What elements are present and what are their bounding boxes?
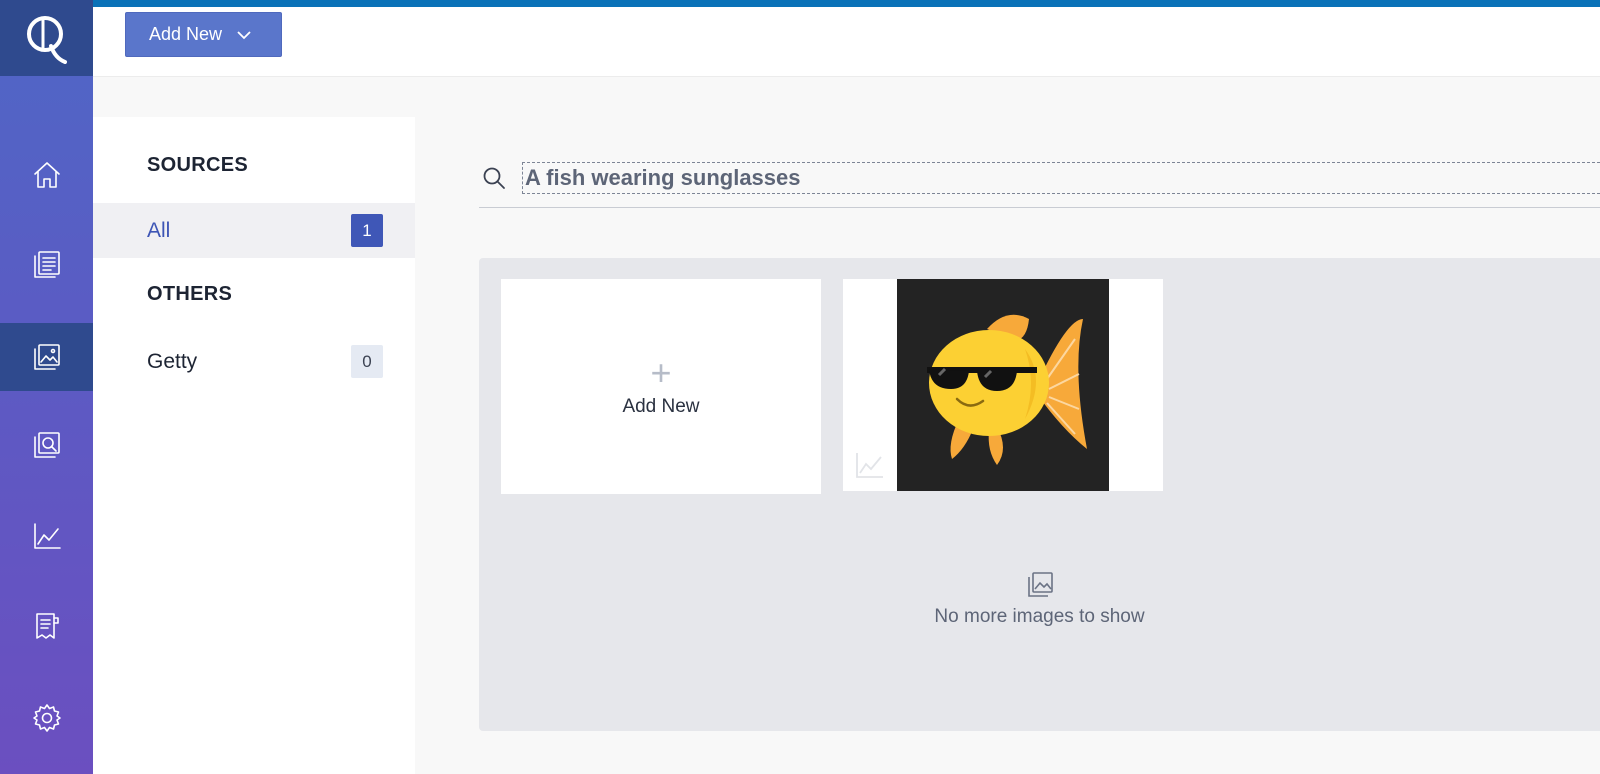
source-item-getty[interactable]: Getty 0 bbox=[93, 334, 415, 389]
top-accent-bar bbox=[0, 0, 1600, 7]
stories-icon bbox=[33, 251, 60, 278]
plus-icon: + bbox=[650, 351, 672, 393]
image-gallery-icon bbox=[33, 344, 60, 370]
empty-state-message: No more images to show bbox=[934, 606, 1145, 627]
add-new-button-label: Add New bbox=[149, 24, 223, 44]
search-input[interactable] bbox=[522, 162, 1600, 194]
nav-media[interactable] bbox=[0, 323, 93, 391]
source-count-badge: 1 bbox=[351, 214, 383, 247]
image-search-icon bbox=[33, 432, 60, 458]
nav-stories[interactable] bbox=[0, 230, 93, 298]
sources-panel: SOURCES All 1 OTHERS Getty 0 bbox=[93, 117, 415, 774]
top-header: Add New bbox=[93, 7, 1600, 77]
nav-media-review[interactable] bbox=[0, 411, 93, 479]
others-heading: OTHERS bbox=[147, 283, 233, 305]
gear-icon bbox=[32, 704, 61, 732]
chart-icon bbox=[855, 451, 885, 479]
add-new-tile-label: Add New bbox=[622, 395, 700, 417]
source-label-all: All bbox=[147, 218, 171, 242]
app-logo[interactable] bbox=[0, 0, 93, 76]
nav-home[interactable] bbox=[0, 141, 93, 209]
home-icon bbox=[33, 162, 60, 188]
nav-settings[interactable] bbox=[0, 684, 93, 752]
add-new-image-tile[interactable]: + Add New bbox=[501, 279, 821, 494]
sources-heading: SOURCES bbox=[147, 154, 249, 176]
nav-analytics[interactable] bbox=[0, 502, 93, 570]
logo-icon bbox=[26, 16, 67, 64]
empty-state: No more images to show bbox=[479, 570, 1600, 628]
search-icon bbox=[481, 165, 507, 191]
fish-illustration bbox=[927, 314, 1087, 465]
nav-reports[interactable] bbox=[0, 592, 93, 660]
search-underline bbox=[479, 207, 1600, 208]
image-gallery: + Add New No more images to show bbox=[479, 258, 1600, 731]
source-count-badge: 0 bbox=[351, 345, 383, 378]
reports-icon bbox=[35, 613, 59, 639]
source-item-all[interactable]: All 1 bbox=[93, 203, 415, 258]
add-new-dropdown-button[interactable]: Add New bbox=[125, 12, 282, 57]
image-tile[interactable] bbox=[843, 279, 1163, 491]
chevron-down-icon bbox=[237, 30, 251, 39]
left-rail bbox=[0, 0, 93, 774]
source-label-getty: Getty bbox=[147, 349, 198, 373]
image-gallery-icon bbox=[1025, 570, 1055, 600]
image-thumbnail bbox=[897, 279, 1109, 491]
analytics-icon bbox=[33, 523, 61, 549]
